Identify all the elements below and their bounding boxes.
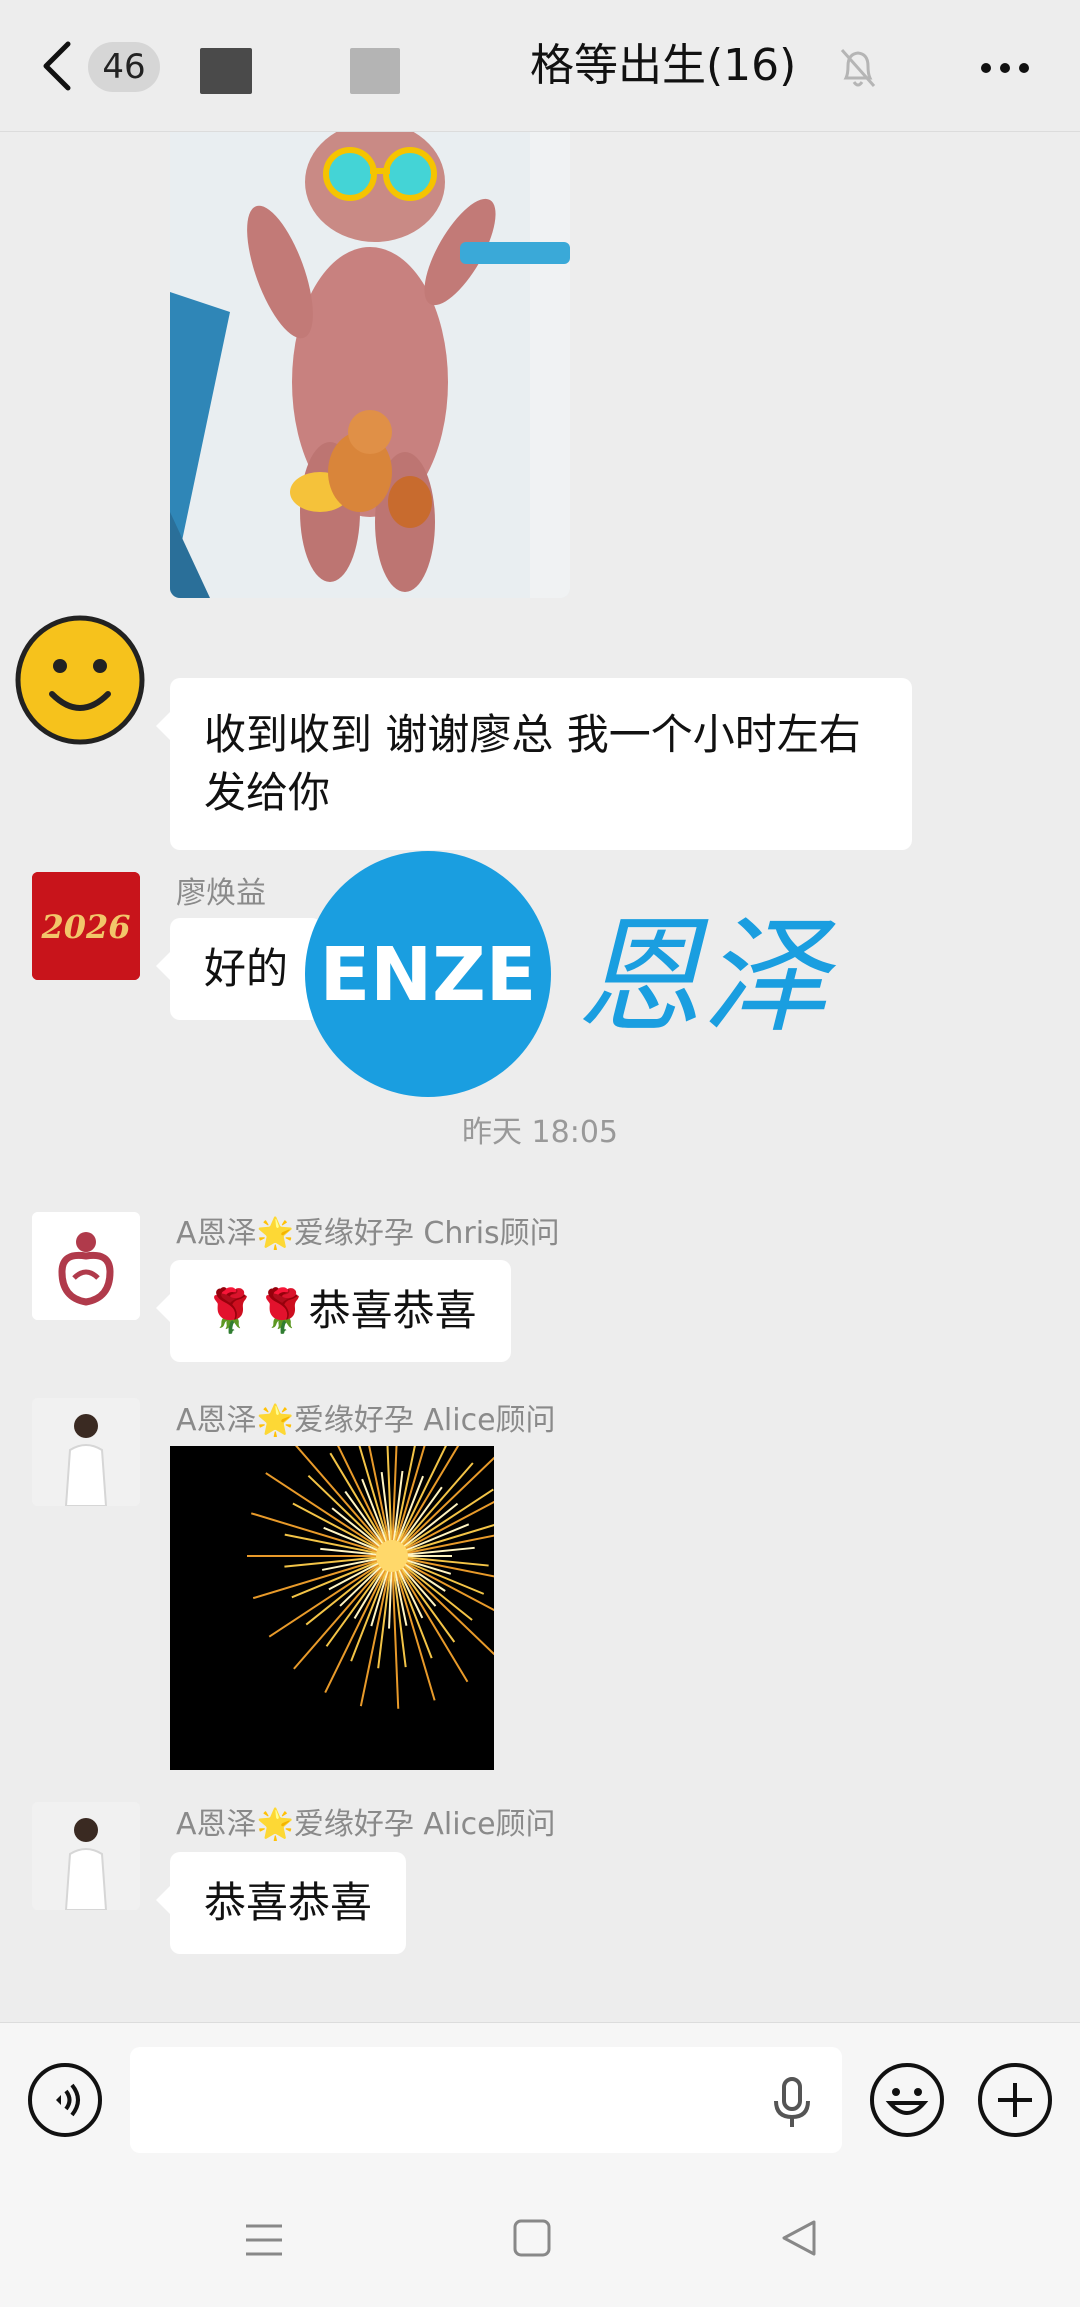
avatar-alice[interactable] (32, 1802, 140, 1910)
chat-title: 格等出生(16) (530, 40, 797, 91)
sender-name: A恩泽🌟爱缘好孕 Alice顾问 (176, 1807, 556, 1842)
back-nav-icon[interactable] (778, 2218, 818, 2258)
chat-header: 46 格等出生(16) (0, 0, 1080, 132)
svg-text:恩泽: 恩泽 (576, 903, 837, 1050)
text-message[interactable]: 🌹🌹恭喜恭喜 (156, 1260, 511, 1362)
redacted-block (350, 48, 400, 94)
home-icon[interactable] (512, 2218, 552, 2258)
menu-icon[interactable] (244, 2220, 284, 2260)
enze-watermark-logo: ENZE 恩泽 (305, 851, 837, 1097)
avatar-liao[interactable]: 2026 (32, 872, 140, 980)
text-message[interactable]: 收到收到 谢谢廖总 我一个小时左右发给你 (156, 678, 912, 850)
emoji-button[interactable] (870, 2063, 944, 2137)
text-message[interactable]: 好的 (155, 918, 323, 1020)
microphone-icon[interactable] (770, 2075, 814, 2129)
more-options-icon[interactable] (980, 60, 1030, 76)
firework-ray (324, 1555, 393, 1694)
back-arrow-icon[interactable] (38, 40, 78, 92)
avatar-chris[interactable] (32, 1212, 140, 1320)
svg-text:2026: 2026 (40, 908, 130, 946)
text-message[interactable]: 恭喜恭喜 (155, 1852, 407, 1954)
input-bar (0, 2022, 1080, 2202)
plus-button[interactable] (978, 2063, 1052, 2137)
sender-name: A恩泽🌟爱缘好孕 Chris顾问 (176, 1216, 560, 1251)
image-message-baby-photo[interactable] (170, 132, 570, 598)
svg-text:ENZE: ENZE (320, 932, 537, 1018)
mute-bell-icon (840, 49, 876, 87)
timestamp: 昨天 18:05 (462, 1115, 618, 1150)
avatar-alice[interactable] (32, 1398, 140, 1506)
voice-toggle-button[interactable] (28, 2063, 102, 2137)
message-input[interactable] (130, 2047, 842, 2153)
sender-name: 廖焕益 (176, 876, 266, 911)
redacted-block (200, 48, 252, 94)
unread-count-badge[interactable]: 46 (88, 42, 160, 92)
firework-ray (293, 1555, 393, 1670)
image-message-fireworks[interactable] (170, 1390, 546, 1770)
avatar-smiley[interactable] (14, 614, 146, 746)
sender-name: A恩泽🌟爱缘好孕 Alice顾问 (176, 1403, 556, 1438)
firework-core (376, 1540, 408, 1572)
system-nav-bar (0, 2180, 1080, 2307)
